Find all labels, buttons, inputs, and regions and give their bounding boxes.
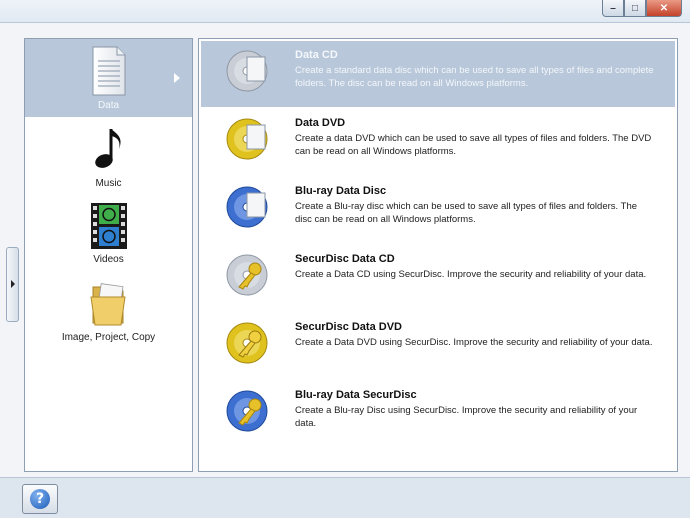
category-label: Videos <box>93 254 124 265</box>
category-image-project-copy[interactable]: Image, Project, Copy <box>25 279 192 353</box>
music-note-icon <box>94 129 121 168</box>
task-title: Blu-ray Data Disc <box>295 185 387 197</box>
minimize-button[interactable]: – <box>602 0 624 17</box>
help-icon: ? <box>30 489 50 509</box>
category-label: Image, Project, Copy <box>61 332 156 343</box>
window-controls: – □ ✕ <box>602 0 682 18</box>
bluray-disc-icon <box>226 186 268 228</box>
task-bluray-data-securdisc[interactable]: Blu-ray Data SecurDisc Create a Blu-ray … <box>201 381 675 447</box>
selected-arrow-icon <box>174 73 180 83</box>
securdisc-dvd-icon <box>226 322 268 364</box>
data-cd-icon <box>226 50 268 92</box>
task-title: Blu-ray Data SecurDisc <box>295 389 417 401</box>
task-data-dvd[interactable]: Data DVD Create a data DVD which can be … <box>201 109 675 175</box>
category-data[interactable]: Data <box>25 39 192 117</box>
task-title: Data DVD <box>295 117 346 129</box>
data-dvd-icon <box>226 118 268 160</box>
document-icon <box>92 46 125 96</box>
close-button[interactable]: ✕ <box>646 0 682 17</box>
securdisc-cd-icon <box>226 254 268 296</box>
task-title: SecurDisc Data CD <box>295 253 395 265</box>
category-label: Data <box>97 100 120 111</box>
category-panel: Data Music Videos Image, Project, Copy <box>24 38 193 472</box>
task-securdisc-data-dvd[interactable]: SecurDisc Data DVD Create a Data DVD usi… <box>201 313 675 379</box>
side-panel-toggle[interactable] <box>6 247 19 322</box>
bluray-securdisc-icon <box>226 390 268 432</box>
maximize-button[interactable]: □ <box>624 0 646 17</box>
bottom-bar <box>0 477 690 518</box>
title-bar: – □ ✕ <box>0 0 690 24</box>
film-icon <box>90 203 127 249</box>
task-title: Data CD <box>295 49 338 61</box>
task-panel: Data CD Create a standard data disc whic… <box>198 38 678 472</box>
task-description: Create a Blu-ray Disc using SecurDisc. I… <box>295 405 638 429</box>
task-description: Create a Blu-ray disc which can be used … <box>295 201 638 225</box>
task-description: Create a data DVD which can be used to s… <box>295 133 652 157</box>
task-title: SecurDisc Data DVD <box>295 321 402 333</box>
folder-icon <box>89 283 126 326</box>
task-description: Create a Data CD using SecurDisc. Improv… <box>295 269 647 280</box>
help-button[interactable]: ? <box>22 484 58 514</box>
task-securdisc-data-cd[interactable]: SecurDisc Data CD Create a Data CD using… <box>201 245 675 311</box>
category-label: Music <box>95 178 122 189</box>
category-music[interactable]: Music <box>25 125 192 195</box>
task-description: Create a Data DVD using SecurDisc. Impro… <box>295 337 653 348</box>
category-videos[interactable]: Videos <box>25 201 192 273</box>
task-data-cd[interactable]: Data CD Create a standard data disc whic… <box>201 41 675 107</box>
task-description: Create a standard data disc which can be… <box>295 65 654 89</box>
task-bluray-data-disc[interactable]: Blu-ray Data Disc Create a Blu-ray disc … <box>201 177 675 243</box>
